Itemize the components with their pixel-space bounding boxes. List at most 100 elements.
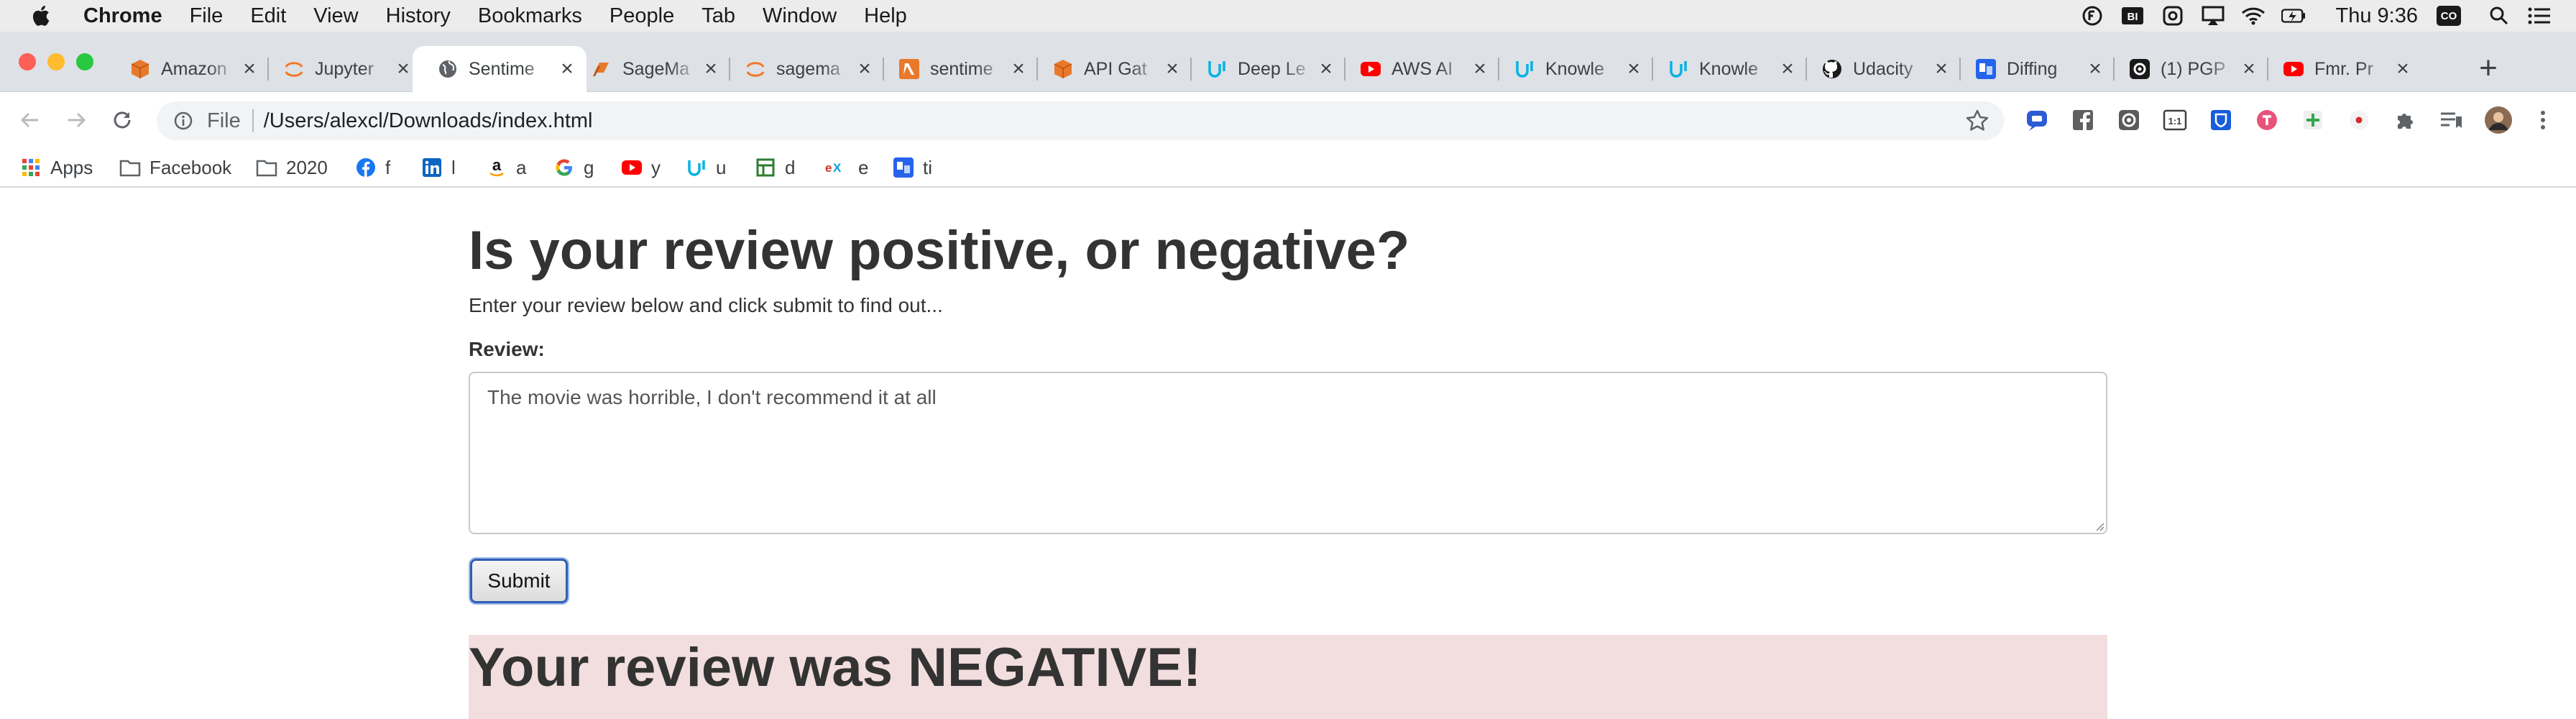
bookmark-google[interactable]: g bbox=[553, 155, 594, 180]
menu-people[interactable]: People bbox=[610, 4, 674, 28]
address-bar[interactable]: File /Users/alexcl/Downloads/index.html bbox=[157, 101, 2004, 140]
menu-view[interactable]: View bbox=[313, 4, 358, 28]
menu-history[interactable]: History bbox=[386, 4, 451, 28]
extension-plus-icon[interactable] bbox=[2300, 107, 2326, 133]
close-tab-icon[interactable]: × bbox=[1162, 57, 1183, 81]
menu-tab[interactable]: Tab bbox=[702, 4, 735, 28]
profile-avatar[interactable] bbox=[2484, 106, 2513, 134]
browser-tab[interactable]: sentime × bbox=[884, 46, 1038, 92]
extension-record-icon[interactable] bbox=[2346, 107, 2372, 133]
notification-center-icon[interactable] bbox=[2527, 5, 2552, 27]
submit-button[interactable]: Submit bbox=[470, 559, 568, 603]
page-title: Is your review positive, or negative? bbox=[469, 220, 1410, 281]
reload-icon[interactable] bbox=[106, 104, 138, 136]
address-url[interactable]: /Users/alexcl/Downloads/index.html bbox=[264, 109, 593, 133]
bookmark-folder-facebook[interactable]: Facebook bbox=[119, 155, 231, 180]
status-app-icon[interactable] bbox=[2080, 5, 2104, 27]
close-tab-icon[interactable]: × bbox=[2392, 57, 2414, 81]
battery-icon[interactable] bbox=[2281, 5, 2306, 27]
menu-window[interactable]: Window bbox=[763, 4, 837, 28]
tab-separator bbox=[1959, 58, 1961, 81]
bookmark-amazon[interactable]: a a bbox=[486, 155, 526, 180]
close-tab-icon[interactable]: × bbox=[392, 57, 414, 81]
extensions-puzzle-icon[interactable] bbox=[2392, 107, 2418, 133]
close-window-button[interactable] bbox=[19, 53, 36, 70]
new-tab-button[interactable]: + bbox=[2470, 52, 2506, 88]
close-tab-icon[interactable]: × bbox=[556, 57, 578, 81]
menu-app-chrome[interactable]: Chrome bbox=[83, 4, 162, 28]
github-icon bbox=[1821, 58, 1843, 80]
close-tab-icon[interactable]: × bbox=[1623, 57, 1644, 81]
camera-status-icon[interactable] bbox=[2161, 5, 2185, 27]
window-controls bbox=[19, 53, 105, 70]
extension-pink-t-icon[interactable] bbox=[2254, 107, 2280, 133]
close-tab-icon[interactable]: × bbox=[2084, 57, 2106, 81]
bookmark-udacity[interactable]: u bbox=[686, 155, 726, 180]
bookmark-linkedin[interactable]: l bbox=[421, 155, 456, 180]
bookmark-apps[interactable]: Apps bbox=[20, 155, 93, 180]
browser-tab[interactable]: Diffing × bbox=[1961, 46, 2115, 92]
browser-tab[interactable]: Fmr. Pr × bbox=[2268, 46, 2422, 92]
extension-chat-icon[interactable] bbox=[2024, 107, 2050, 133]
extension-bitwarden-icon[interactable] bbox=[2208, 107, 2234, 133]
menubar-clock[interactable]: Thu 9:36 bbox=[2336, 4, 2418, 28]
close-tab-icon[interactable]: × bbox=[1008, 57, 1029, 81]
close-tab-icon[interactable]: × bbox=[1931, 57, 1952, 81]
browser-tab[interactable]: Jupyter × bbox=[269, 46, 423, 92]
address-scheme-label: File bbox=[207, 109, 241, 132]
site-info-icon[interactable] bbox=[171, 109, 196, 133]
browser-tab[interactable]: API Gat × bbox=[1038, 46, 1192, 92]
browser-tab[interactable]: Udacity × bbox=[1807, 46, 1961, 92]
extension-at-icon[interactable] bbox=[2116, 107, 2142, 133]
maximize-window-button[interactable] bbox=[76, 53, 93, 70]
forward-arrow-icon[interactable] bbox=[60, 104, 92, 136]
bookmark-edx[interactable]: eX e bbox=[824, 155, 868, 180]
bookmark-youtube[interactable]: y bbox=[621, 155, 661, 180]
close-tab-icon[interactable]: × bbox=[239, 57, 260, 81]
browser-tab[interactable]: SageMa × bbox=[576, 46, 730, 92]
menu-help[interactable]: Help bbox=[864, 4, 907, 28]
close-tab-icon[interactable]: × bbox=[854, 57, 875, 81]
browser-tab[interactable]: sagema × bbox=[730, 46, 884, 92]
bookmark-folder-2020[interactable]: 2020 bbox=[256, 155, 328, 180]
user-account-badge[interactable]: CO bbox=[2437, 6, 2461, 26]
close-tab-icon[interactable]: × bbox=[1315, 57, 1337, 81]
bi-status-icon[interactable]: BI bbox=[2120, 5, 2145, 27]
close-tab-icon[interactable]: × bbox=[2238, 57, 2260, 81]
wifi-icon[interactable] bbox=[2241, 5, 2266, 27]
browser-tab[interactable]: Knowle × bbox=[1653, 46, 1807, 92]
back-arrow-icon[interactable] bbox=[14, 104, 46, 136]
extension-ratio-icon[interactable]: 1:1 bbox=[2162, 107, 2188, 133]
bookmark-translate[interactable]: ti bbox=[893, 155, 932, 180]
reading-list-icon[interactable] bbox=[2438, 107, 2464, 133]
menu-file[interactable]: File bbox=[190, 4, 224, 28]
review-textarea[interactable]: The movie was horrible, I don't recommen… bbox=[469, 372, 2107, 534]
close-tab-icon[interactable]: × bbox=[1469, 57, 1491, 81]
airplay-icon[interactable] bbox=[2201, 5, 2225, 27]
browser-tab[interactable]: Knowle × bbox=[1499, 46, 1653, 92]
tab-title: Amazon bbox=[161, 58, 227, 79]
bookmark-facebook[interactable]: f bbox=[355, 155, 390, 180]
apps-grid-icon bbox=[20, 157, 42, 178]
apple-logo-icon[interactable] bbox=[29, 3, 55, 29]
tab-separator bbox=[267, 58, 269, 81]
extension-facebook-icon[interactable] bbox=[2070, 107, 2096, 133]
browser-tab[interactable]: AWS AI × bbox=[1346, 46, 1499, 92]
resize-grip-icon[interactable] bbox=[2094, 521, 2104, 531]
bookmark-star-icon[interactable] bbox=[1965, 109, 1990, 133]
browser-tab[interactable]: Sentime × bbox=[413, 46, 586, 92]
browser-tab[interactable]: Amazon × bbox=[115, 46, 269, 92]
menu-edit[interactable]: Edit bbox=[250, 4, 286, 28]
browser-tab[interactable]: (1) PGP × bbox=[2115, 46, 2268, 92]
translate-icon bbox=[893, 157, 914, 178]
tab-title: Diffing bbox=[2007, 58, 2058, 79]
minimize-window-button[interactable] bbox=[47, 53, 65, 70]
menu-bookmarks[interactable]: Bookmarks bbox=[478, 4, 582, 28]
tab-separator bbox=[2113, 58, 2115, 81]
chrome-menu-icon[interactable] bbox=[2530, 107, 2556, 133]
browser-tab[interactable]: Deep Le × bbox=[1192, 46, 1346, 92]
spotlight-search-icon[interactable] bbox=[2487, 5, 2511, 27]
close-tab-icon[interactable]: × bbox=[700, 57, 722, 81]
close-tab-icon[interactable]: × bbox=[1777, 57, 1798, 81]
bookmark-dictionary[interactable]: d bbox=[755, 155, 795, 180]
